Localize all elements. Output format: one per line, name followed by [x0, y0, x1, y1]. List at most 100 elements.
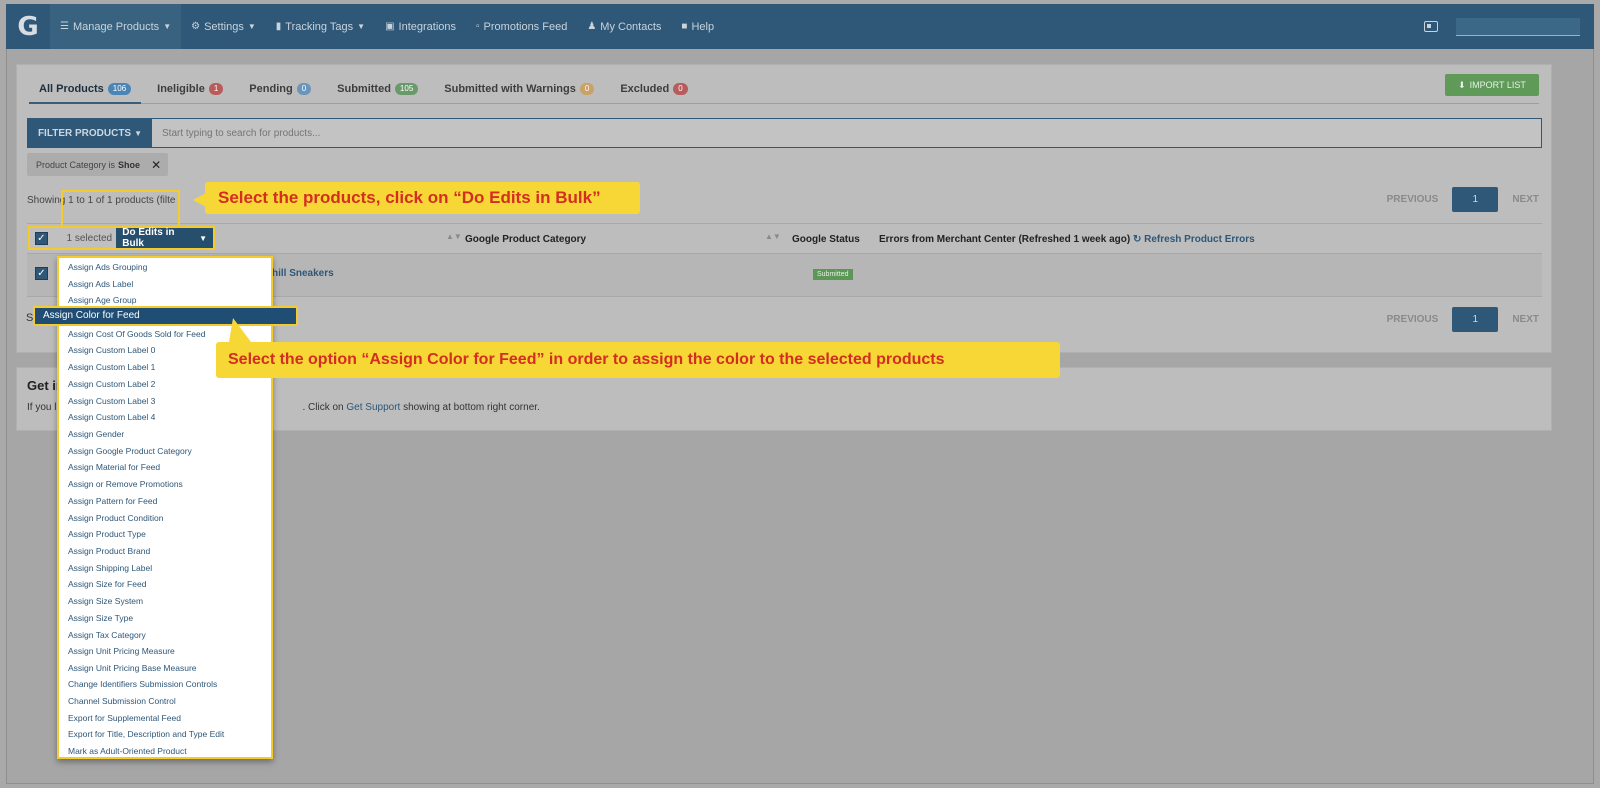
- menu-item-custom-label-2[interactable]: Assign Custom Label 2: [68, 379, 155, 389]
- chip-value: Shoe: [118, 159, 141, 170]
- page-number-button[interactable]: 1: [1452, 307, 1499, 332]
- app-logo[interactable]: G: [6, 4, 50, 49]
- import-label: IMPORT LIST: [1469, 80, 1526, 90]
- tab-excluded[interactable]: Excluded 0: [610, 79, 697, 104]
- list-icon: ☰: [60, 21, 69, 32]
- menu-item-custom-label-1[interactable]: Assign Custom Label 1: [68, 362, 155, 372]
- help-text-mid: . Click on: [302, 402, 347, 413]
- nav-manage-products[interactable]: ☰ Manage Products ▼: [50, 4, 182, 49]
- close-icon[interactable]: ✕: [151, 158, 161, 172]
- menu-item-product-brand[interactable]: Assign Product Brand: [68, 546, 150, 556]
- help-text-end: showing at bottom right corner.: [400, 402, 540, 413]
- menu-item-export-title-description[interactable]: Export for Title, Description and Type E…: [68, 729, 224, 739]
- nav-label: Settings: [204, 20, 244, 33]
- menu-item-export-supplemental[interactable]: Export for Supplemental Feed: [68, 713, 181, 723]
- nav-label: Help: [691, 20, 715, 33]
- previous-button[interactable]: PREVIOUS: [1387, 314, 1439, 325]
- menu-item-tax-category[interactable]: Assign Tax Category: [68, 630, 146, 640]
- contact-card-icon[interactable]: [1424, 21, 1438, 32]
- menu-item-size-type[interactable]: Assign Size Type: [68, 613, 133, 623]
- nav-integrations[interactable]: ▣ Integrations: [375, 4, 466, 49]
- next-button[interactable]: NEXT: [1512, 314, 1539, 325]
- sort-icon[interactable]: ▲▼: [446, 232, 462, 241]
- row-checkbox[interactable]: ✓: [35, 267, 48, 280]
- menu-item-assign-cogs[interactable]: Assign Cost Of Goods Sold for Feed: [68, 329, 205, 339]
- import-list-button[interactable]: ⬇ IMPORT LIST: [1445, 74, 1539, 96]
- menu-item-promotions[interactable]: Assign or Remove Promotions: [68, 479, 183, 489]
- filter-products-button[interactable]: FILTER PRODUCTS ▼: [28, 119, 152, 147]
- menu-item-custom-label-0[interactable]: Assign Custom Label 0: [68, 345, 155, 355]
- nav-promotions-feed[interactable]: ▫ Promotions Feed: [466, 4, 577, 49]
- sort-icon[interactable]: ▲▼: [765, 232, 781, 241]
- tab-ineligible[interactable]: Ineligible 1: [147, 79, 233, 104]
- filter-bar: FILTER PRODUCTS ▼: [27, 118, 1542, 148]
- menu-item-identifiers-controls[interactable]: Change Identifiers Submission Controls: [68, 679, 217, 689]
- menu-item-assign-color-for-feed[interactable]: Assign Color for Feed: [33, 306, 298, 326]
- menu-item-unit-pricing-base-measure[interactable]: Assign Unit Pricing Base Measure: [68, 663, 197, 673]
- bar-chart-icon: ▮: [275, 21, 282, 32]
- caret-down-icon: ▼: [134, 128, 143, 138]
- menu-item-assign-gender[interactable]: Assign Gender: [68, 429, 124, 439]
- product-search-input[interactable]: [152, 119, 1541, 147]
- callout-pointer: [229, 318, 251, 342]
- previous-button[interactable]: PREVIOUS: [1387, 194, 1439, 205]
- menu-item-assign-ads-label[interactable]: Assign Ads Label: [68, 279, 133, 289]
- errors-header-label: Errors from Merchant Center (Refreshed 1…: [879, 234, 1131, 245]
- tab-label: Submitted with Warnings: [444, 83, 576, 95]
- pagination-bottom: PREVIOUS 1 NEXT: [1387, 307, 1539, 332]
- chip-prefix: Product Category is: [36, 159, 116, 170]
- menu-item-assign-age-group[interactable]: Assign Age Group: [68, 295, 137, 305]
- refresh-errors-link[interactable]: Refresh Product Errors: [1144, 234, 1255, 245]
- nav-label: My Contacts: [600, 20, 662, 33]
- count-badge: 0: [673, 83, 688, 95]
- col-google-status[interactable]: Google Status: [792, 234, 860, 245]
- instruction-callout-1: Select the products, click on “Do Edits …: [205, 182, 640, 214]
- page-number-button[interactable]: 1: [1452, 187, 1499, 212]
- menu-item-channel-submission[interactable]: Channel Submission Control: [68, 696, 176, 706]
- nav-my-contacts[interactable]: ♟ My Contacts: [577, 4, 671, 49]
- status-tabs: All Products 106 Ineligible 1 Pending 0 …: [29, 79, 1539, 104]
- tab-all-products[interactable]: All Products 106: [29, 79, 142, 104]
- tab-pending[interactable]: Pending 0: [239, 79, 321, 104]
- clipboard-icon: ▫: [476, 21, 480, 32]
- menu-item-google-product-category[interactable]: Assign Google Product Category: [68, 446, 192, 456]
- selected-count: 1 selected: [66, 232, 113, 244]
- menu-item-adult-oriented[interactable]: Mark as Adult-Oriented Product: [68, 746, 187, 756]
- menu-item-shipping-label[interactable]: Assign Shipping Label: [68, 563, 152, 573]
- menu-item-product-type[interactable]: Assign Product Type: [68, 529, 146, 539]
- tab-submitted-with-warnings[interactable]: Submitted with Warnings 0: [434, 79, 604, 104]
- nav-label: Manage Products: [72, 20, 160, 33]
- menu-item-unit-pricing-measure[interactable]: Assign Unit Pricing Measure: [68, 646, 175, 656]
- menu-item-size-for-feed[interactable]: Assign Size for Feed: [68, 579, 146, 589]
- caret-down-icon: ▼: [163, 22, 172, 31]
- refresh-icon[interactable]: ↻: [1133, 234, 1141, 245]
- menu-item-size-system[interactable]: Assign Size System: [68, 596, 143, 606]
- nav-tracking-tags[interactable]: ▮ Tracking Tags ▼: [266, 4, 375, 49]
- briefcase-icon: ▣: [385, 21, 395, 32]
- users-icon: ♟: [587, 21, 597, 32]
- menu-item-custom-label-4[interactable]: Assign Custom Label 4: [68, 412, 155, 422]
- menu-item-assign-ads-grouping[interactable]: Assign Ads Grouping: [68, 262, 147, 272]
- help-icon: ■: [681, 21, 688, 32]
- tab-submitted[interactable]: Submitted 105: [327, 79, 428, 104]
- menu-item-custom-label-3[interactable]: Assign Custom Label 3: [68, 396, 155, 406]
- table-header: ▲▼ Google Product Category ▲▼ Google Sta…: [27, 223, 1542, 254]
- nav-help[interactable]: ■ Help: [671, 4, 724, 49]
- bulk-label: Do Edits in Bulk: [122, 227, 175, 249]
- nav-label: Integrations: [398, 20, 456, 33]
- next-button[interactable]: NEXT: [1512, 194, 1539, 205]
- nav-settings[interactable]: ⚙ Settings ▼: [181, 4, 266, 49]
- menu-item-material[interactable]: Assign Material for Feed: [68, 462, 160, 472]
- col-google-product-category[interactable]: Google Product Category: [465, 234, 586, 245]
- user-account-box[interactable]: [1456, 17, 1580, 36]
- select-all-checkbox[interactable]: ✓: [35, 231, 48, 245]
- top-navbar: G ☰ Manage Products ▼ ⚙ Settings ▼ ▮ Tra…: [6, 4, 1594, 49]
- nav-label: Tracking Tags: [285, 20, 354, 33]
- do-edits-in-bulk-button[interactable]: Do Edits in Bulk ▼: [116, 227, 213, 249]
- menu-item-product-condition[interactable]: Assign Product Condition: [68, 513, 163, 523]
- highlight-box: [61, 190, 180, 226]
- menu-item-pattern[interactable]: Assign Pattern for Feed: [68, 496, 157, 506]
- product-title-link[interactable]: hill Sneakers: [272, 268, 334, 279]
- get-support-link[interactable]: Get Support: [346, 402, 400, 413]
- nav-label: Promotions Feed: [483, 20, 568, 33]
